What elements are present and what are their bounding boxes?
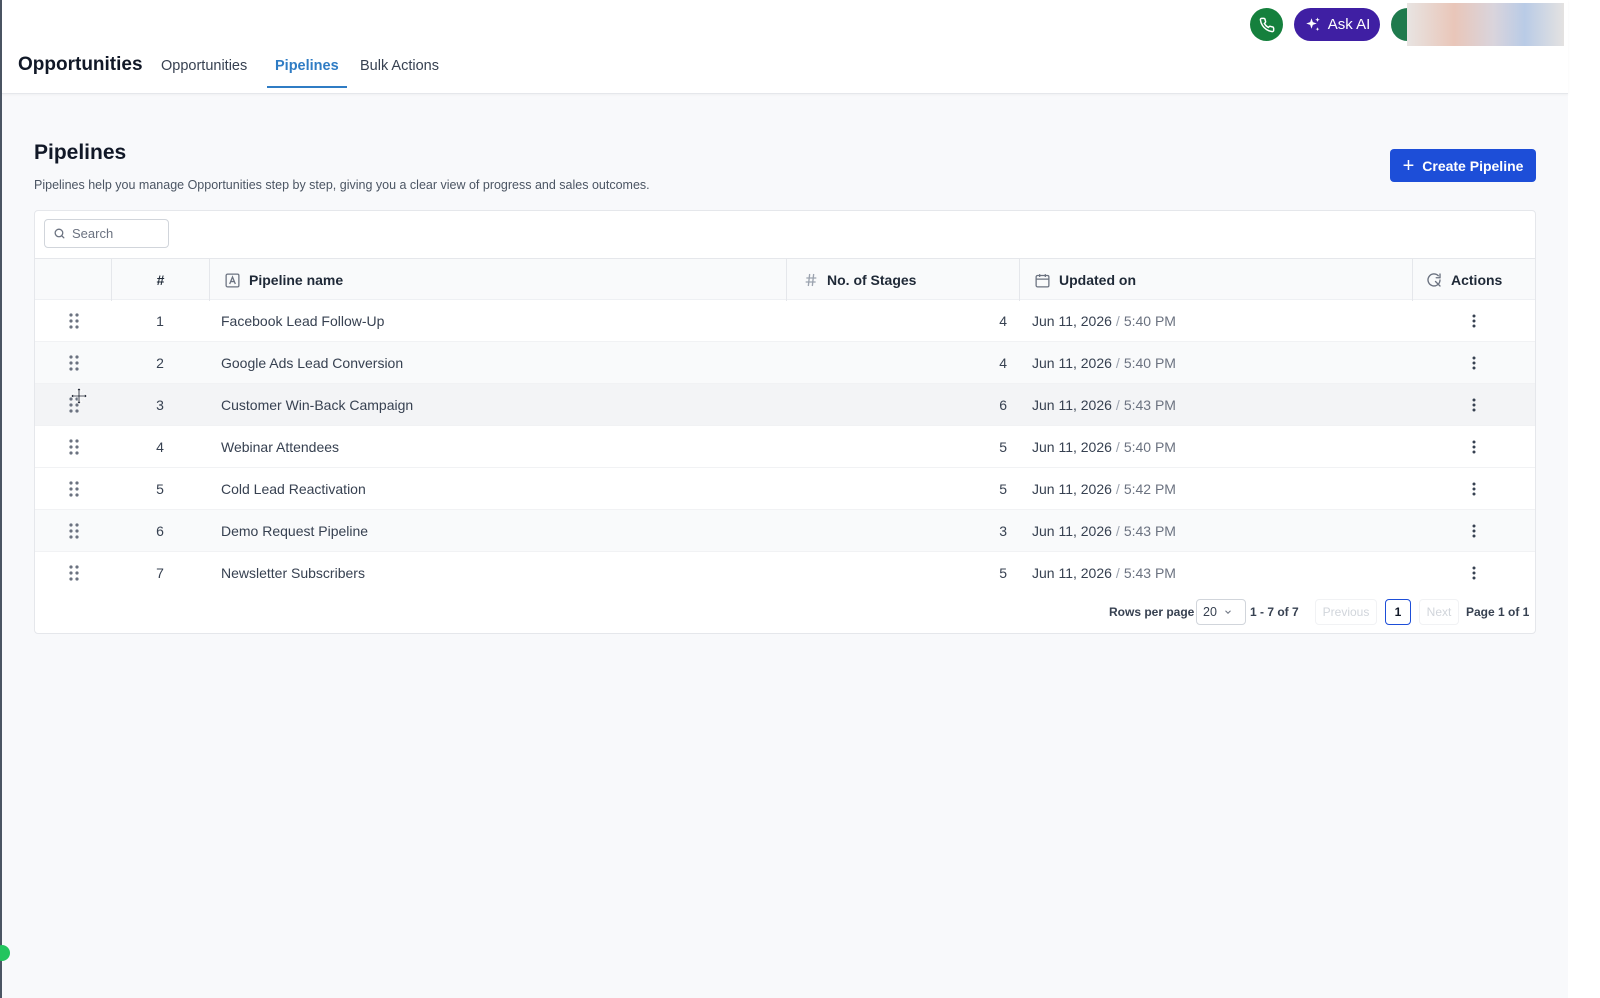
pipelines-table-card: # Pipeline name No. of Stages Updated on… bbox=[34, 210, 1536, 634]
app-title: Opportunities bbox=[18, 54, 143, 75]
pipeline-name[interactable]: Facebook Lead Follow-Up bbox=[221, 300, 384, 342]
updated-on: Jun 11, 2026/5:42 PM bbox=[1032, 481, 1176, 497]
stage-count: 4 bbox=[999, 355, 1007, 371]
drag-column-header bbox=[35, 259, 111, 301]
chevron-down-icon bbox=[1225, 610, 1231, 614]
drag-handle-icon[interactable] bbox=[65, 300, 83, 342]
more-actions-icon[interactable] bbox=[1465, 426, 1483, 468]
pipeline-name[interactable]: Customer Win-Back Campaign bbox=[221, 384, 413, 426]
plus-icon: + bbox=[1402, 154, 1415, 177]
tab-bulk-actions[interactable]: Bulk Actions bbox=[360, 58, 439, 86]
next-page-button[interactable]: Next bbox=[1419, 599, 1459, 625]
updated-on: Jun 11, 2026/5:43 PM bbox=[1032, 523, 1176, 539]
table-row[interactable]: 6 Demo Request Pipeline 3 Jun 11, 2026/5… bbox=[35, 510, 1535, 552]
phone-icon bbox=[1259, 17, 1274, 32]
phone-button[interactable] bbox=[1250, 8, 1283, 41]
more-actions-icon[interactable] bbox=[1465, 384, 1483, 426]
pagination: Rows per page 20 1 - 7 of 7 Previous 1 N… bbox=[35, 599, 1535, 627]
pipeline-name[interactable]: Webinar Attendees bbox=[221, 426, 339, 468]
page-description: Pipelines help you manage Opportunities … bbox=[34, 178, 650, 192]
rows-per-page-label: Rows per page bbox=[1109, 605, 1195, 619]
create-pipeline-label: Create Pipeline bbox=[1422, 157, 1524, 174]
updated-on: Jun 11, 2026/5:40 PM bbox=[1032, 439, 1176, 455]
column-header-pipeline-name[interactable]: Pipeline name bbox=[209, 259, 786, 301]
tab-opportunities[interactable]: Opportunities bbox=[161, 58, 247, 86]
status-indicator bbox=[0, 945, 10, 961]
more-actions-icon[interactable] bbox=[1465, 342, 1483, 384]
page-of-label: Page 1 of 1 bbox=[1466, 605, 1530, 619]
column-header-stages[interactable]: No. of Stages bbox=[786, 259, 1019, 301]
ask-ai-label: Ask AI bbox=[1327, 16, 1371, 33]
row-number: 4 bbox=[156, 439, 164, 455]
table-row[interactable]: 4 Webinar Attendees 5 Jun 11, 2026/5:40 … bbox=[35, 426, 1535, 468]
updated-on: Jun 11, 2026/5:40 PM bbox=[1032, 355, 1176, 371]
updated-on: Jun 11, 2026/5:43 PM bbox=[1032, 565, 1176, 581]
more-actions-icon[interactable] bbox=[1465, 510, 1483, 552]
search-field[interactable] bbox=[44, 219, 169, 248]
stage-count: 5 bbox=[999, 481, 1007, 497]
tab-pipelines[interactable]: Pipelines bbox=[267, 58, 347, 88]
drag-handle-icon[interactable] bbox=[65, 468, 83, 510]
rows-per-page-select[interactable]: 20 bbox=[1196, 599, 1246, 625]
drag-handle-icon[interactable] bbox=[65, 510, 83, 552]
column-header-actions: Actions bbox=[1412, 259, 1535, 301]
column-header-number[interactable]: # bbox=[111, 259, 209, 301]
page-title: Pipelines bbox=[34, 141, 127, 164]
table-row[interactable]: 1 Facebook Lead Follow-Up 4 Jun 11, 2026… bbox=[35, 300, 1535, 342]
page-range: 1 - 7 of 7 bbox=[1250, 605, 1299, 619]
search-input[interactable] bbox=[72, 226, 162, 241]
table-row[interactable]: 2 Google Ads Lead Conversion 4 Jun 11, 2… bbox=[35, 342, 1535, 384]
stage-count: 4 bbox=[999, 313, 1007, 329]
blurred-profile-area bbox=[1407, 3, 1564, 46]
more-actions-icon[interactable] bbox=[1465, 468, 1483, 510]
stage-count: 5 bbox=[999, 565, 1007, 581]
text-field-icon bbox=[225, 272, 240, 288]
top-header: Opportunities Opportunities Pipelines Bu… bbox=[2, 0, 1568, 94]
table-row[interactable]: 7 Newsletter Subscribers 5 Jun 11, 2026/… bbox=[35, 552, 1535, 594]
updated-on: Jun 11, 2026/5:40 PM bbox=[1032, 313, 1176, 329]
drag-handle-icon[interactable] bbox=[65, 426, 83, 468]
pipeline-name[interactable]: Google Ads Lead Conversion bbox=[221, 342, 403, 384]
window-edge-right bbox=[1568, 0, 1600, 998]
stage-count: 5 bbox=[999, 439, 1007, 455]
updated-on: Jun 11, 2026/5:43 PM bbox=[1032, 397, 1176, 413]
table-header: # Pipeline name No. of Stages Updated on… bbox=[35, 258, 1535, 301]
row-number: 1 bbox=[156, 313, 164, 329]
window-edge-left bbox=[0, 0, 2, 998]
refresh-icon bbox=[1427, 273, 1441, 287]
more-actions-icon[interactable] bbox=[1465, 552, 1483, 594]
column-header-updated-on[interactable]: Updated on bbox=[1019, 259, 1412, 301]
pipeline-name[interactable]: Demo Request Pipeline bbox=[221, 510, 368, 552]
create-pipeline-button[interactable]: + Create Pipeline bbox=[1390, 149, 1536, 182]
move-cursor-icon bbox=[70, 387, 88, 405]
current-page-button[interactable]: 1 bbox=[1385, 599, 1411, 625]
more-actions-icon[interactable] bbox=[1465, 300, 1483, 342]
pipeline-name[interactable]: Cold Lead Reactivation bbox=[221, 468, 366, 510]
table-row[interactable]: 5 Cold Lead Reactivation 5 Jun 11, 2026/… bbox=[35, 468, 1535, 510]
table-row[interactable]: 3 Customer Win-Back Campaign 6 Jun 11, 2… bbox=[35, 384, 1535, 426]
ask-ai-button[interactable]: Ask AI bbox=[1294, 8, 1380, 41]
stage-count: 3 bbox=[999, 523, 1007, 539]
sparkle-icon bbox=[1305, 17, 1320, 31]
stage-count: 6 bbox=[999, 397, 1007, 413]
hash-icon bbox=[805, 273, 817, 287]
drag-handle-icon[interactable] bbox=[65, 342, 83, 384]
row-number: 2 bbox=[156, 355, 164, 371]
row-number: 5 bbox=[156, 481, 164, 497]
drag-handle-icon[interactable] bbox=[65, 552, 83, 594]
row-number: 6 bbox=[156, 523, 164, 539]
row-number: 7 bbox=[156, 565, 164, 581]
search-icon bbox=[54, 228, 65, 239]
pipeline-name[interactable]: Newsletter Subscribers bbox=[221, 552, 365, 594]
previous-page-button[interactable]: Previous bbox=[1315, 599, 1377, 625]
row-number: 3 bbox=[156, 397, 164, 413]
calendar-icon bbox=[1035, 273, 1050, 288]
